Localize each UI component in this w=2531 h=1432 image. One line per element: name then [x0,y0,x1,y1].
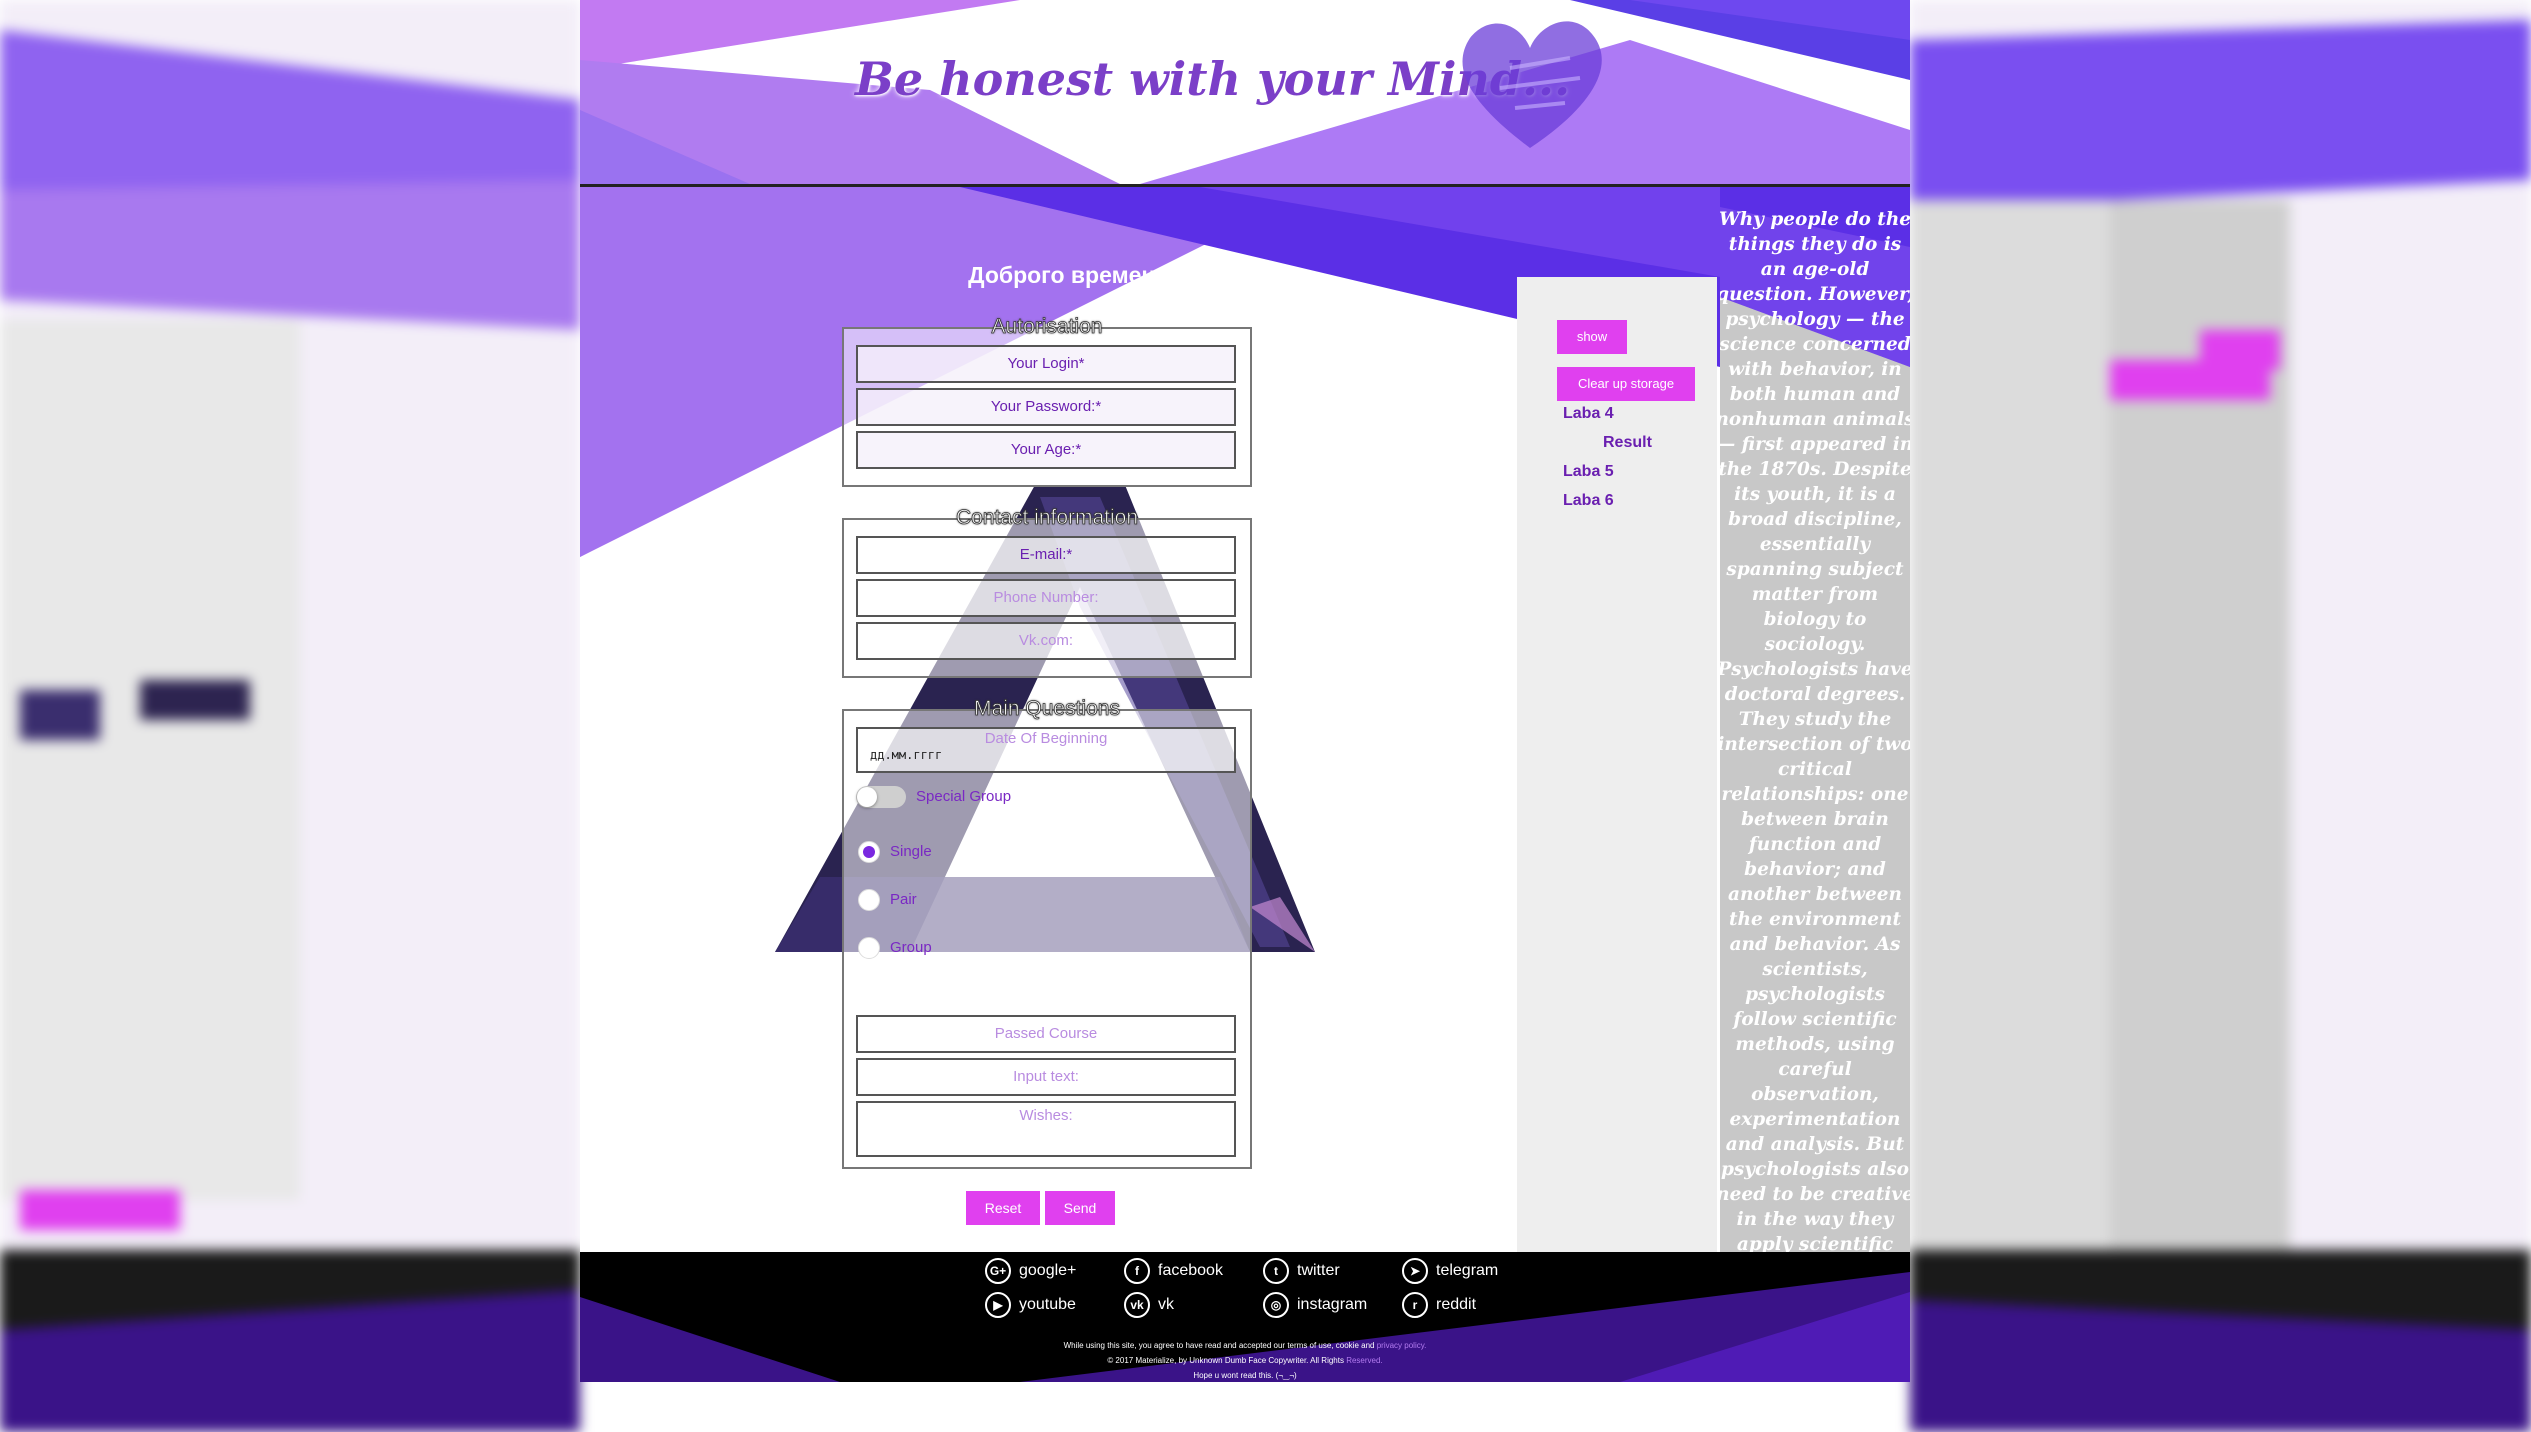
send-button[interactable]: Send [1045,1191,1115,1225]
radio-pair-label: Pair [890,891,917,908]
vk-input[interactable]: Vk.com: [856,622,1236,660]
autorisation-fieldset: Autorisation Your Login* Your Password:*… [842,315,1252,487]
social-telegram[interactable]: ➤ telegram [1402,1257,1498,1285]
link-laba5[interactable]: Laba 5 [1563,463,1614,481]
reddit-icon: r [1402,1291,1428,1318]
main-content: Доброго времени суток! Autorisation Your… [580,187,1910,1252]
link-laba4[interactable]: Laba 4 [1563,405,1614,423]
login-input[interactable]: Your Login* [856,345,1236,383]
passed-course-input[interactable]: Passed Course [856,1015,1236,1053]
reserved-link: Reserved. [1346,1356,1383,1365]
social-telegram-label: telegram [1436,1262,1499,1279]
social-google-label: google+ [1019,1262,1077,1279]
social-twitter-label: twitter [1297,1262,1340,1279]
radio-group-label: Group [890,939,932,956]
email-input[interactable]: E-mail:* [856,536,1236,574]
social-twitter[interactable]: t twitter [1263,1257,1340,1285]
blurred-backdrop-left [0,0,580,1432]
phone-input[interactable]: Phone Number: [856,579,1236,617]
main-questions-fieldset: Main Questions дд.мм.гггг Date Of Beginn… [842,697,1252,1169]
legal-line-2-text: © 2017 Materialize, by Unknown Dumb Face… [1107,1356,1347,1365]
facebook-icon: f [1124,1257,1150,1284]
heart-logo-icon [1462,21,1602,148]
telegram-icon: ➤ [1402,1257,1428,1284]
blurred-backdrop-right [1910,0,2531,1432]
special-group-label: Special Group [916,788,1012,805]
quote-column: Why people do the things they do is an a… [1720,187,1910,1252]
contact-fieldset: Contact information E-mail:* Phone Numbe… [842,506,1252,678]
date-placeholder: Date Of Beginning [984,730,1108,747]
side-panel: show Clear up storage Laba 4 Result Laba… [1517,277,1717,1252]
radio-group[interactable] [858,937,880,959]
social-youtube-label: youtube [1019,1296,1076,1313]
reset-button[interactable]: Reset [966,1191,1040,1225]
show-button[interactable]: show [1557,320,1627,354]
password-input[interactable]: Your Password:* [856,388,1236,426]
page: Be honest with your Mind... Доброго врем… [580,0,1910,1382]
twitter-icon: t [1263,1257,1289,1284]
youtube-icon: ▶ [985,1291,1011,1318]
social-instagram[interactable]: ◎ instagram [1263,1291,1367,1319]
toggle-knob [857,787,877,807]
date-value: дд.мм.гггг [870,748,943,762]
social-vk-label: vk [1158,1296,1174,1313]
social-facebook-label: facebook [1158,1262,1223,1279]
psychology-quote: Why people do the things they do is an a… [1720,209,1910,1252]
social-reddit[interactable]: r reddit [1402,1291,1476,1319]
social-vk[interactable]: vk vk [1124,1291,1174,1319]
radio-single-label: Single [890,843,932,860]
header-banner: Be honest with your Mind... [580,0,1910,187]
autorisation-legend: Autorisation [991,315,1103,339]
instagram-icon: ◎ [1263,1291,1289,1318]
legal-line-1: While using this site, you agree to have… [580,1341,1910,1350]
vk-icon: vk [1124,1291,1150,1318]
greeting-heading: Доброго времени суток! [968,262,1246,288]
main-questions-legend: Main Questions [974,697,1121,721]
legal-line-2: © 2017 Materialize, by Unknown Dumb Face… [580,1356,1910,1365]
date-of-beginning-input[interactable]: дд.мм.гггг Date Of Beginning [856,727,1236,773]
input-text-input[interactable]: Input text: [856,1058,1236,1096]
social-google[interactable]: G+ google+ [985,1257,1076,1285]
clear-storage-button[interactable]: Clear up storage [1557,367,1695,401]
age-input[interactable]: Your Age:* [856,431,1236,469]
social-facebook[interactable]: f facebook [1124,1257,1223,1285]
radio-pair[interactable] [858,889,880,911]
privacy-policy-link[interactable]: privacy policy. [1377,1341,1427,1350]
radio-single[interactable] [858,841,880,863]
social-instagram-label: instagram [1297,1296,1368,1313]
special-group-toggle[interactable] [856,786,906,808]
footer: G+ google+ f facebook t twitter ➤ telegram ▶… [580,1252,1910,1382]
link-laba6[interactable]: Laba 6 [1563,492,1614,510]
google-plus-icon: G+ [985,1257,1011,1284]
legal-line-1-text: While using this site, you agree to have… [1063,1341,1377,1350]
link-result[interactable]: Result [1603,434,1652,452]
social-reddit-label: reddit [1436,1296,1477,1313]
social-youtube[interactable]: ▶ youtube [985,1291,1076,1319]
contact-legend: Contact information [955,506,1139,530]
legal-line-3: Hope u wont read this. (¬‿¬) [1193,1371,1297,1380]
wishes-textarea[interactable]: Wishes: [856,1101,1236,1157]
